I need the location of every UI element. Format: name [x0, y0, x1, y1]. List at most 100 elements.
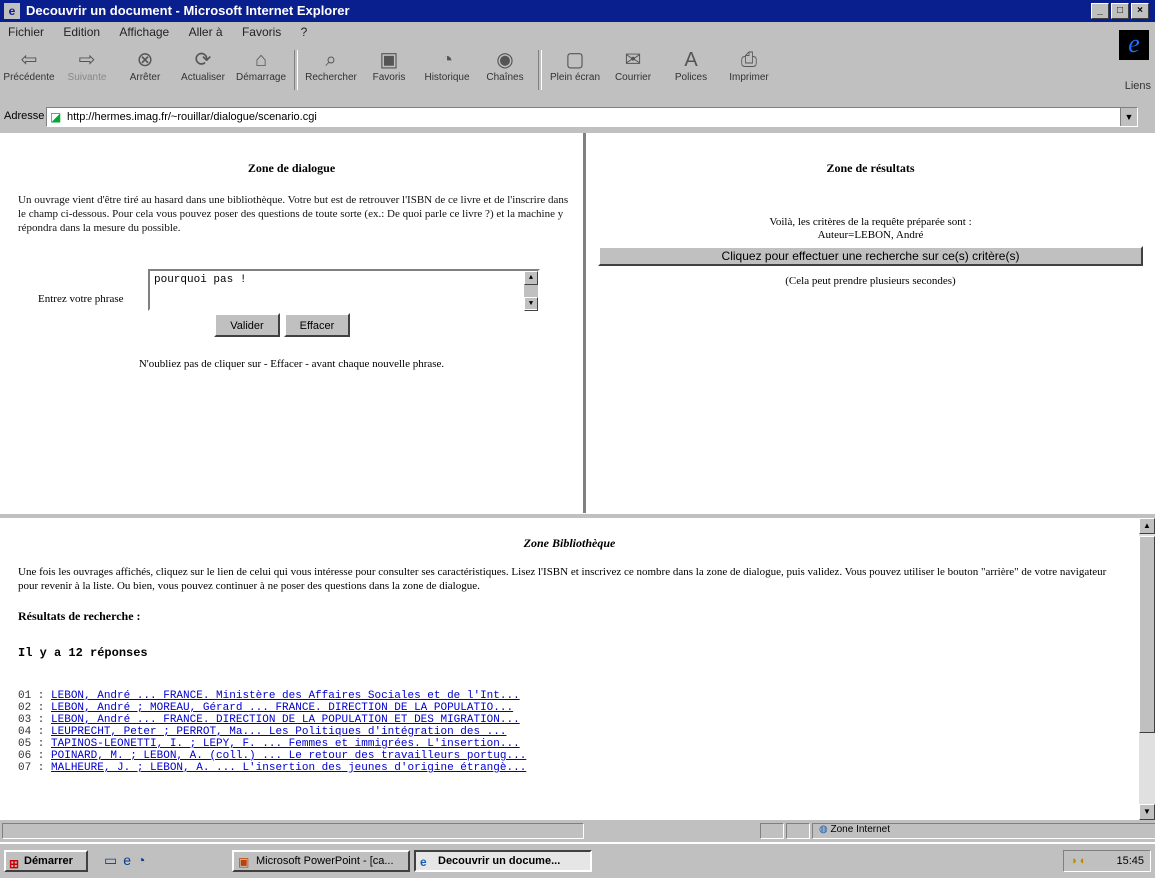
- fullscreen-icon: ▢: [565, 49, 585, 71]
- result-link[interactable]: LEBON, André ... FRANCE. DIRECTION DE LA…: [51, 714, 520, 726]
- dialog-zone-frame: Zone de dialogue Un ouvrage vient d'être…: [0, 133, 586, 513]
- security-zone: ◍ Zone Internet: [812, 823, 1155, 839]
- menu-fichier[interactable]: Fichier: [0, 22, 52, 42]
- scroll-thumb[interactable]: [1139, 536, 1155, 733]
- result-row: 06 : POINARD, M. ; LEBON, A. (coll.) ...…: [18, 750, 1139, 762]
- mail-icon: ✉: [624, 49, 642, 71]
- tray-icons[interactable]: ◑ ◐: [1070, 851, 1086, 871]
- result-row: 05 : TAPINOS-LEONETTI, I. ; LEPY, F. ...…: [18, 738, 1139, 750]
- status-bar: ◍ Zone Internet: [0, 822, 1155, 840]
- clear-reminder-note: N'oubliez pas de cliquer sur - Effacer -…: [138, 358, 445, 370]
- address-bar: Adresse ◪ http://hermes.imag.fr/~rouilla…: [0, 105, 1155, 129]
- desktop-icon[interactable]: ▭: [104, 852, 123, 868]
- fullscreen-button[interactable]: ▢ Plein écran: [546, 44, 604, 96]
- back-button[interactable]: ⇦ Précédente: [0, 44, 58, 96]
- run-search-button[interactable]: Cliquez pour effectuer une recherche sur…: [598, 246, 1143, 266]
- menu-favoris[interactable]: Favoris: [234, 22, 289, 42]
- stop-button[interactable]: ⊗ Arrêter: [116, 44, 174, 96]
- library-scrollbar[interactable]: ▲ ▼: [1139, 518, 1155, 820]
- history-icon: ◔: [440, 49, 454, 71]
- result-link[interactable]: POINARD, M. ; LEBON, A. (coll.) ... Le r…: [51, 750, 526, 762]
- task-label: Microsoft PowerPoint - [ca...: [256, 855, 394, 867]
- refresh-button[interactable]: ⟳ Actualiser: [174, 44, 232, 96]
- address-url: http://hermes.imag.fr/~rouillar/dialogue…: [67, 111, 317, 123]
- address-dropdown-icon[interactable]: ▼: [1120, 108, 1137, 126]
- search-icon: ⌕: [325, 49, 337, 71]
- channels-button[interactable]: ◉ Chaînes: [476, 44, 534, 96]
- results-count: Il y a 12 réponses: [18, 646, 148, 660]
- history-button[interactable]: ◔ Historique: [418, 44, 476, 96]
- library-zone-title: Zone Bibliothèque: [523, 536, 616, 550]
- channels-icon: ◉: [496, 49, 514, 71]
- phrase-label: Entrez votre phrase: [38, 293, 124, 305]
- result-number: 02 :: [18, 702, 45, 714]
- print-label: Imprimer: [729, 72, 769, 83]
- textarea-scrollbar[interactable]: ▲ ▼: [524, 271, 538, 311]
- task-label: Decouvrir un docume...: [438, 855, 561, 867]
- address-input[interactable]: ◪ http://hermes.imag.fr/~rouillar/dialog…: [46, 107, 1138, 127]
- phrase-textarea[interactable]: pourquoi pas ! ▲ ▼: [148, 269, 540, 311]
- address-label: Adresse: [4, 110, 45, 122]
- result-number: 01 :: [18, 690, 45, 702]
- clock: 15:45: [1116, 855, 1144, 867]
- search-duration-note: (Cela peut prendre plusieurs secondes): [785, 275, 956, 287]
- result-number: 03 :: [18, 714, 45, 726]
- fonts-icon: A: [684, 49, 698, 71]
- results-heading: Résultats de recherche :: [18, 609, 141, 623]
- favorites-button[interactable]: ▣ Favoris: [360, 44, 418, 96]
- result-row: 01 : LEBON, André ... FRANCE. Ministère …: [18, 690, 1139, 702]
- favorites-label: Favoris: [372, 72, 406, 83]
- result-link[interactable]: TAPINOS-LEONETTI, I. ; LEPY, F. ... Femm…: [51, 738, 520, 750]
- home-button[interactable]: ⌂ Démarrage: [232, 44, 290, 96]
- powerpoint-icon: ▣: [238, 855, 250, 869]
- scroll-up-icon[interactable]: ▲: [524, 271, 538, 285]
- ie-launch-icon[interactable]: e: [123, 852, 137, 868]
- scroll-down-icon[interactable]: ▼: [1139, 804, 1155, 820]
- scroll-down-icon[interactable]: ▼: [524, 297, 538, 311]
- channels-label: Chaînes: [486, 72, 524, 83]
- validate-button[interactable]: Valider: [214, 313, 280, 337]
- scroll-up-icon[interactable]: ▲: [1139, 518, 1155, 534]
- fonts-button[interactable]: A Polices: [662, 44, 720, 96]
- menu-edition[interactable]: Edition: [55, 22, 108, 42]
- forward-button[interactable]: ⇨ Suivante: [58, 44, 116, 96]
- menu-help[interactable]: ?: [293, 22, 316, 42]
- result-row: 04 : LEUPRECHT, Peter ; PERROT, Ma... Le…: [18, 726, 1139, 738]
- result-row: 07 : MALHEURE, J. ; LEBON, A. ... L'inse…: [18, 762, 1139, 774]
- mail-button[interactable]: ✉ Courrier: [604, 44, 662, 96]
- result-number: 05 :: [18, 738, 45, 750]
- result-zone-frame: Zone de résultats Voilà, les critères de…: [586, 133, 1155, 513]
- task-powerpoint[interactable]: ▣ Microsoft PowerPoint - [ca...: [232, 850, 410, 872]
- status-panel: [786, 823, 810, 839]
- search-button[interactable]: ⌕ Rechercher: [302, 44, 360, 96]
- print-icon: ⎙: [741, 49, 757, 71]
- window-title-bar[interactable]: e Decouvrir un document - Microsoft Inte…: [0, 0, 1155, 22]
- zone-label: Zone Internet: [830, 824, 890, 835]
- maximize-button[interactable]: □: [1111, 3, 1129, 19]
- result-number: 06 :: [18, 750, 45, 762]
- links-button[interactable]: Liens: [1125, 80, 1151, 92]
- menu-affichage[interactable]: Affichage: [111, 22, 177, 42]
- clear-button[interactable]: Effacer: [284, 313, 350, 337]
- result-link[interactable]: LEUPRECHT, Peter ; PERROT, Ma... Les Pol…: [51, 726, 506, 738]
- criteria-value: Auteur=LEBON, André: [817, 229, 924, 241]
- toolbar-separator: [538, 50, 542, 90]
- refresh-icon: ⟳: [194, 49, 212, 71]
- stop-label: Arrêter: [129, 72, 161, 83]
- minimize-button[interactable]: _: [1091, 3, 1109, 19]
- result-link[interactable]: LEBON, André ... FRANCE. Ministère des A…: [51, 690, 520, 702]
- result-link[interactable]: MALHEURE, J. ; LEBON, A. ... L'insertion…: [51, 762, 526, 774]
- mail-label: Courrier: [614, 72, 652, 83]
- result-link[interactable]: LEBON, André ; MOREAU, Gérard ... FRANCE…: [51, 702, 513, 714]
- start-button[interactable]: ⊞ Démarrer: [4, 850, 88, 872]
- task-ie-window[interactable]: e Decouvrir un docume...: [414, 850, 592, 872]
- ie-window-icon[interactable]: e: [4, 3, 20, 19]
- forward-label: Suivante: [67, 72, 107, 83]
- outlook-icon[interactable]: ◔: [137, 852, 151, 868]
- print-button[interactable]: ⎙ Imprimer: [720, 44, 778, 96]
- close-button[interactable]: ×: [1131, 3, 1149, 19]
- forward-arrow-icon: ⇨: [78, 49, 96, 71]
- status-text-area: [2, 823, 584, 839]
- criteria-intro: Voilà, les critères de la requête prépar…: [769, 216, 972, 228]
- menu-aller-a[interactable]: Aller à: [181, 22, 231, 42]
